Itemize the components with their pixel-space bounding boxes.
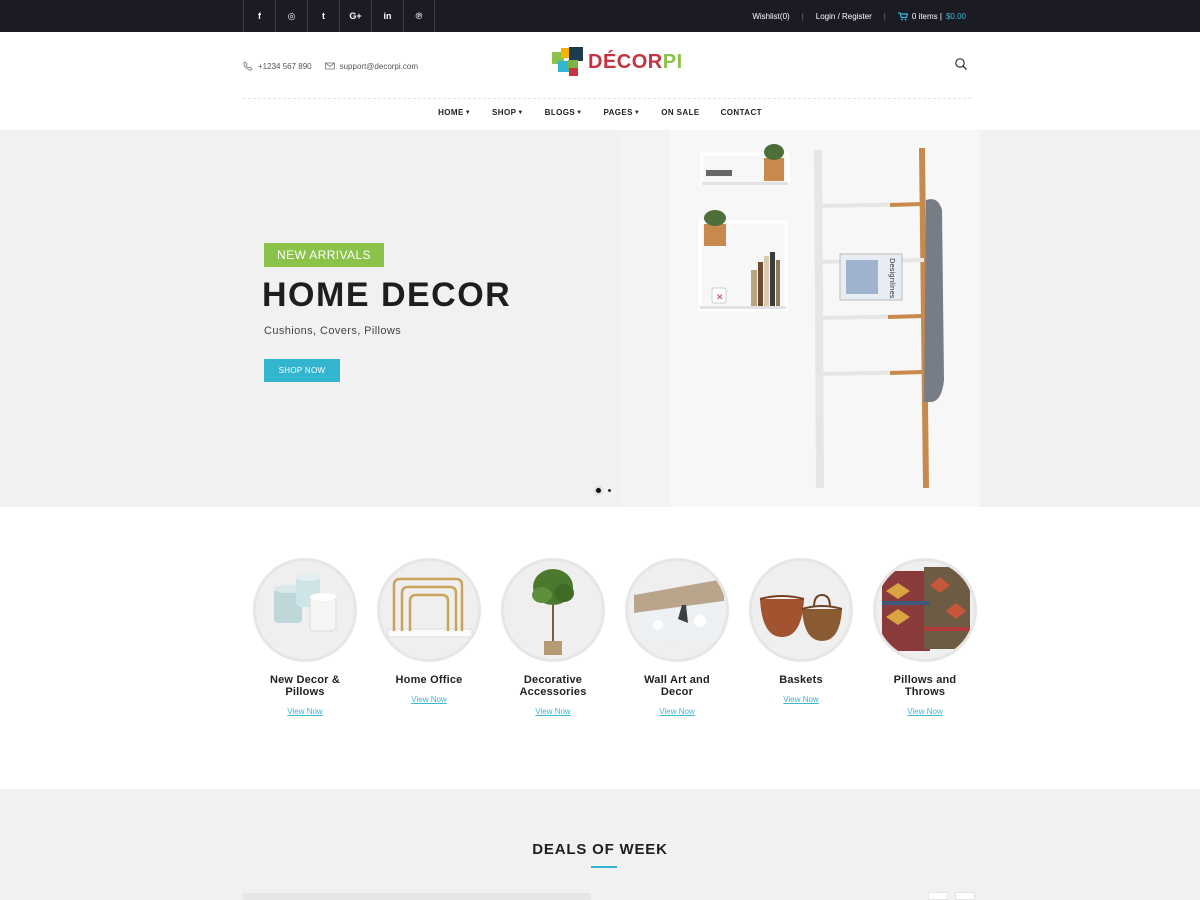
category-name[interactable]: Wall Art and Decor: [627, 674, 727, 698]
mail-icon: [324, 62, 335, 70]
top-links: Wishlist(0) | Login / Register | 0 items…: [752, 0, 966, 32]
svg-text:✕: ✕: [716, 293, 724, 303]
divider: |: [801, 11, 804, 21]
nav-contact[interactable]: CONTACT: [721, 108, 762, 117]
deals-title: DEALS OF WEEK: [532, 841, 668, 858]
view-now-link[interactable]: View Now: [287, 707, 322, 716]
category-image-wall-art[interactable]: [625, 558, 729, 662]
cart-link[interactable]: 0 items | $0.00: [897, 11, 966, 21]
search-icon[interactable]: [954, 57, 968, 71]
nav-pages-label: PAGES: [603, 108, 633, 117]
cart-count: 0 items |: [911, 11, 942, 21]
phone-icon: [243, 61, 253, 71]
slider-dots: [594, 486, 611, 495]
facebook-icon[interactable]: f: [243, 0, 275, 32]
new-arrivals-badge: NEW ARRIVALS: [264, 243, 384, 267]
hero-slider: NEW ARRIVALS HOME DECOR Cushions, Covers…: [0, 130, 1200, 507]
slider-dot-1[interactable]: [594, 486, 603, 495]
view-now-link[interactable]: View Now: [411, 695, 446, 704]
view-now-link[interactable]: View Now: [907, 707, 942, 716]
linkedin-icon[interactable]: in: [371, 0, 403, 32]
email-contact: support@decorpi.com: [324, 61, 418, 71]
category-image-candles[interactable]: [253, 558, 357, 662]
top-bar: f ◎ t G+ in ℗ Wishlist(0) | Login / Regi…: [0, 0, 1200, 32]
chevron-down-icon: ▼: [576, 109, 583, 116]
chevron-down-icon: ▼: [464, 109, 472, 116]
social-links: f ◎ t G+ in ℗: [243, 0, 435, 32]
category-image-pillows[interactable]: [873, 558, 977, 662]
nav-on-sale[interactable]: ON SALE: [661, 108, 699, 117]
category-item: Baskets View Now: [739, 558, 863, 716]
google-plus-icon[interactable]: G+: [339, 0, 371, 32]
category-name[interactable]: Baskets: [751, 674, 851, 686]
category-list: New Decor & Pillows View Now Home Office…: [243, 558, 987, 716]
logo-text: DÉCORPI: [588, 51, 683, 74]
login-register-link[interactable]: Login / Register: [816, 12, 872, 21]
twitter-icon[interactable]: t: [307, 0, 339, 32]
category-image-file-holder[interactable]: [377, 558, 481, 662]
category-item: Pillows and Throws View Now: [863, 558, 987, 716]
nav-shop-label: SHOP: [492, 108, 517, 117]
cart-icon: [897, 11, 908, 20]
view-now-link[interactable]: View Now: [659, 707, 694, 716]
phone-number: +1234 567 890: [258, 61, 312, 71]
category-name[interactable]: Decorative Accessories: [503, 674, 603, 698]
site-logo[interactable]: DÉCORPI: [552, 46, 683, 78]
category-image-plant[interactable]: [501, 558, 605, 662]
view-now-link[interactable]: View Now: [535, 707, 570, 716]
chevron-down-icon: ▼: [517, 109, 524, 116]
pinterest-icon[interactable]: ℗: [403, 0, 435, 32]
category-item: Decorative Accessories View Now: [491, 558, 615, 716]
chevron-down-icon: ▼: [633, 109, 641, 116]
category-item: Home Office View Now: [367, 558, 491, 716]
deal-product-preview: [243, 893, 591, 900]
logo-mark-icon: [552, 46, 584, 78]
category-image-baskets[interactable]: [749, 558, 853, 662]
magazine-title: Designlines: [888, 258, 896, 299]
view-now-link[interactable]: View Now: [783, 695, 818, 704]
instagram-icon[interactable]: ◎: [275, 0, 307, 32]
nav-pages[interactable]: PAGES ▼: [603, 108, 640, 117]
nav-contact-label: CONTACT: [720, 108, 762, 117]
header-divider: [243, 98, 971, 99]
next-arrow-button[interactable]: [955, 892, 975, 900]
slider-dot-2[interactable]: [608, 489, 611, 492]
category-name[interactable]: Home Office: [379, 674, 479, 686]
logo-text-decor: DÉCOR: [588, 50, 663, 73]
prev-arrow-button[interactable]: [928, 892, 948, 900]
category-item: Wall Art and Decor View Now: [615, 558, 739, 716]
header-contact: +1234 567 890 support@decorpi.com: [243, 61, 431, 71]
nav-blogs[interactable]: BLOGS ▼: [545, 108, 583, 117]
hero-subtitle: Cushions, Covers, Pillows: [264, 325, 402, 337]
cart-total: $0.00: [945, 11, 966, 21]
hero-title: HOME DECOR: [262, 276, 512, 314]
nav-blogs-label: BLOGS: [544, 108, 576, 117]
category-item: New Decor & Pillows View Now: [243, 558, 367, 716]
shop-now-button[interactable]: SHOP NOW: [264, 359, 340, 382]
phone-contact: +1234 567 890: [243, 61, 312, 71]
logo-text-pi: PI: [662, 50, 683, 73]
hero-image-shelves-ladder: ✕ Designlines: [620, 130, 980, 507]
main-nav: HOME ▼ SHOP ▼ BLOGS ▼ PAGES ▼ ON SALE CONTAC…: [0, 108, 1200, 117]
email-address[interactable]: support@decorpi.com: [340, 62, 418, 71]
category-name[interactable]: Pillows and Throws: [875, 674, 975, 698]
nav-home-label: HOME: [438, 108, 464, 117]
nav-shop[interactable]: SHOP ▼: [492, 108, 524, 117]
deals-section: DEALS OF WEEK: [0, 789, 1200, 900]
wishlist-link[interactable]: Wishlist(0): [752, 12, 789, 21]
title-underline: [591, 866, 617, 868]
category-name[interactable]: New Decor & Pillows: [255, 674, 355, 698]
nav-home[interactable]: HOME ▼: [438, 108, 471, 117]
nav-on-sale-label: ON SALE: [661, 108, 700, 117]
divider: |: [883, 11, 886, 21]
